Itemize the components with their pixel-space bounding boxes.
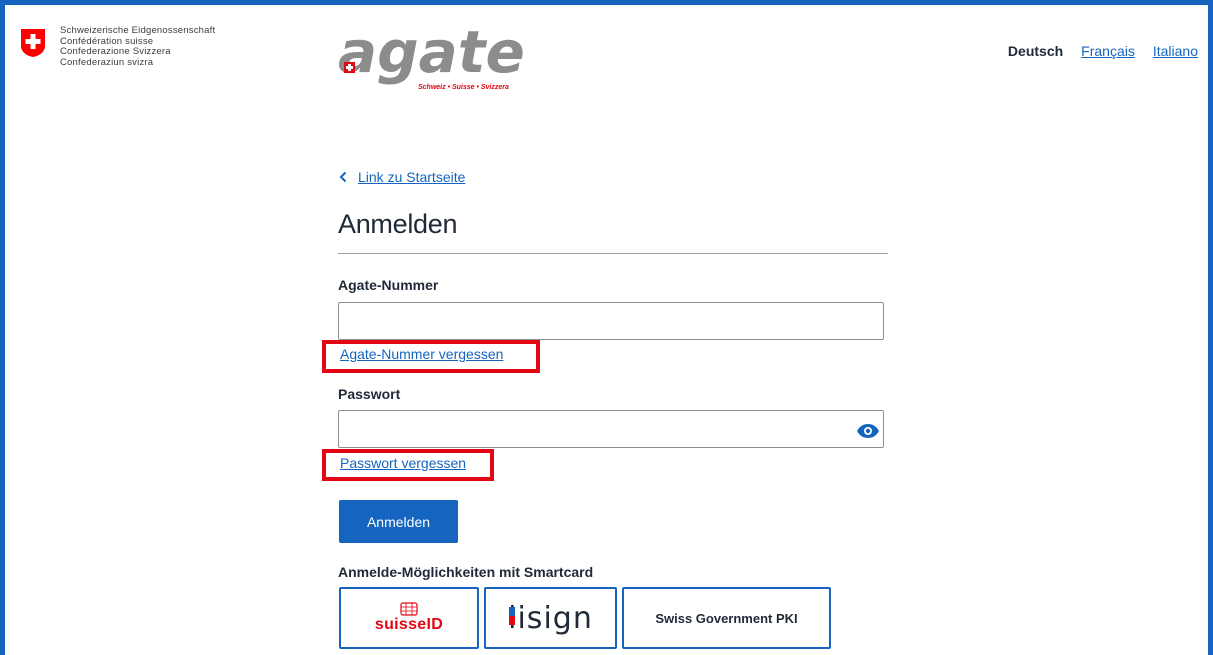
lisign-flag-icon (509, 607, 515, 625)
agate-number-label: Agate-Nummer (338, 277, 439, 293)
eye-icon[interactable] (856, 423, 880, 439)
window-frame-right (1208, 0, 1213, 655)
agate-logo: agate Schweiz • Suisse • Svizzera (338, 22, 525, 91)
back-link[interactable]: Link zu Startseite (338, 169, 465, 185)
back-link-text[interactable]: Link zu Startseite (358, 169, 465, 185)
lisign-login-button[interactable]: lisign (484, 587, 617, 649)
chevron-left-icon (339, 171, 347, 183)
suisseid-login-button[interactable]: suisseID (339, 587, 479, 649)
language-switcher: Deutsch Français Italiano (1008, 43, 1198, 59)
language-current-de: Deutsch (1007, 43, 1064, 59)
page-title: Anmelden (338, 209, 458, 239)
swiss-government-pki-login-button[interactable]: Swiss Government PKI (622, 587, 831, 649)
password-forgot-link[interactable]: Passwort vergessen (340, 455, 466, 471)
federation-names: Schweizerische Eidgenossenschaft Confédé… (60, 25, 216, 68)
password-label: Passwort (338, 386, 401, 402)
federation-name-rm: Confederaziun svizra (60, 56, 154, 68)
swiss-cross-icon (21, 29, 45, 57)
agate-number-forgot-link[interactable]: Agate-Nummer vergessen (340, 346, 503, 362)
agate-logo-tagline: Schweiz • Suisse • Svizzera (418, 84, 509, 91)
federation-logo: Schweizerische Eidgenossenschaft Confédé… (20, 25, 216, 68)
password-input[interactable] (338, 410, 884, 448)
pki-label: Swiss Government PKI (655, 610, 798, 626)
window-frame-left (0, 0, 5, 655)
language-link-it[interactable]: Italiano (1153, 43, 1198, 59)
smartcard-options-title: Anmelde-Möglichkeiten mit Smartcard (338, 564, 594, 580)
agate-logo-word: agate (338, 22, 525, 86)
window-frame-top (0, 0, 1213, 5)
smartcard-chip-icon (400, 602, 418, 616)
suisseid-logo-text: suisseID (374, 616, 444, 633)
language-link-fr[interactable]: Français (1081, 43, 1135, 59)
title-divider (338, 253, 888, 254)
federation-name-de: Schweizerische Eidgenossenschaft (60, 25, 216, 36)
federation-name-it: Confederazione Svizzera (60, 46, 171, 57)
agate-number-input[interactable] (338, 302, 884, 340)
login-button[interactable]: Anmelden (339, 500, 458, 543)
